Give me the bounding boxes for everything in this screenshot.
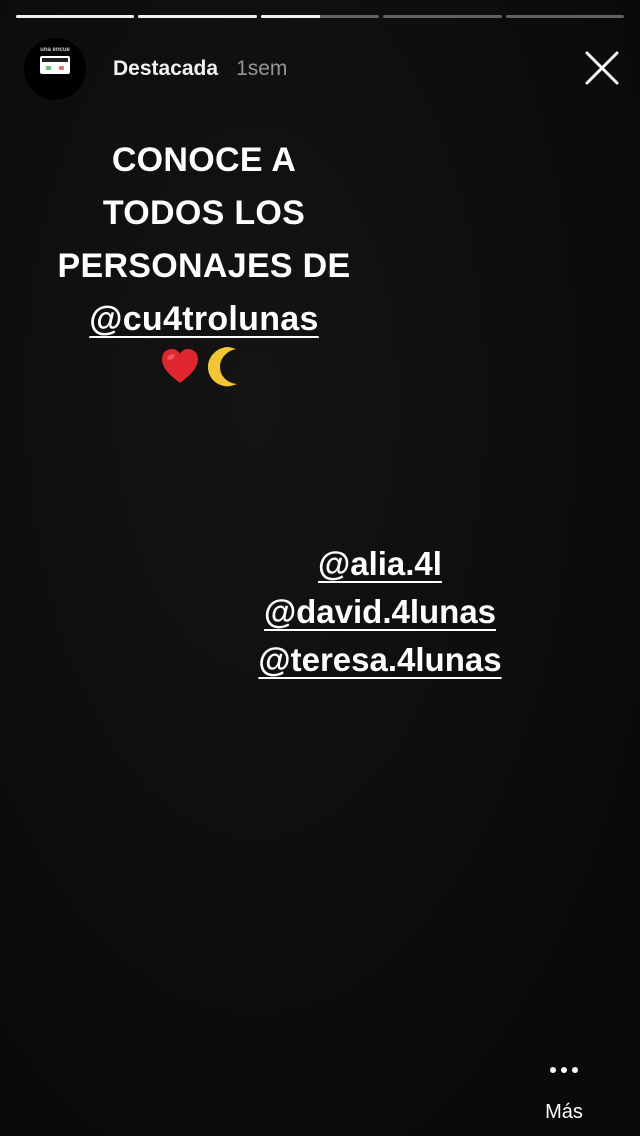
progress-segment — [138, 15, 257, 18]
avatar-text: una encue — [40, 47, 70, 53]
avatar-card-graphic — [40, 56, 70, 74]
avatar[interactable]: una encue — [24, 38, 86, 100]
mention-david[interactable]: @david.4lunas — [264, 593, 496, 630]
avatar-card-red — [59, 66, 64, 70]
avatar-card-bar — [42, 58, 68, 62]
more-label: Más — [545, 1101, 583, 1123]
progress-segment — [260, 15, 380, 18]
more-dots-icon — [534, 1067, 594, 1073]
story-viewer[interactable]: una encue Destacada 1sem CONOCE A TODOS … — [0, 0, 640, 1136]
story-username[interactable]: Destacada — [113, 57, 218, 81]
progress-segment — [16, 15, 135, 18]
mention-cu4trolunas[interactable]: @cu4trolunas — [89, 300, 318, 338]
story-header: una encue Destacada 1sem — [24, 38, 624, 100]
headline-line: PERSONAJES DE — [57, 247, 351, 285]
close-button[interactable] — [584, 50, 620, 86]
avatar-card-green — [46, 66, 51, 70]
progress-segment — [505, 15, 625, 18]
crescent-moon-icon — [208, 347, 237, 387]
progress-fill — [138, 15, 257, 18]
more-button[interactable]: Más — [534, 1067, 594, 1124]
headline-line: CONOCE A — [111, 141, 297, 179]
mentions-block: @alia.4l @david.4lunas @teresa.4lunas — [200, 540, 560, 684]
mention-teresa[interactable]: @teresa.4lunas — [258, 641, 501, 678]
story-timestamp: 1sem — [236, 57, 288, 80]
mention-alia[interactable]: @alia.4l — [318, 545, 442, 582]
heart-icon — [162, 349, 198, 383]
progress-segment — [383, 15, 502, 18]
story-headline: CONOCE A TODOS LOS PERSONAJES DE @cu4tro… — [24, 134, 384, 346]
headline-line: TODOS LOS — [102, 194, 306, 232]
story-progress-bar — [16, 15, 625, 19]
progress-fill — [260, 15, 321, 18]
emoji-row — [160, 344, 248, 388]
close-icon — [585, 51, 619, 85]
progress-fill — [16, 15, 135, 18]
